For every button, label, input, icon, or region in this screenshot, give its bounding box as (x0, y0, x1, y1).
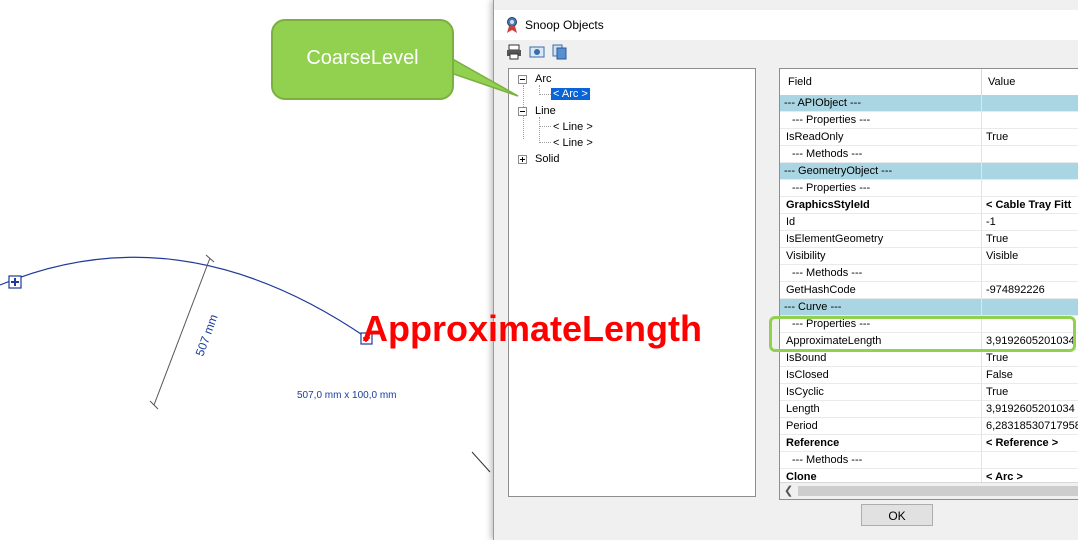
grid-value-cell: True (986, 386, 1009, 398)
grid-row[interactable]: Period 6,28318530717958 (780, 418, 1078, 435)
grid-field-cell: --- Methods --- (792, 148, 863, 160)
grid-field-cell: --- Properties --- (792, 182, 871, 194)
grid-header: Field Value (780, 69, 1078, 96)
approximate-length-annotation: ApproximateLength (362, 308, 703, 349)
print-preview-icon[interactable] (529, 44, 545, 60)
column-header-value[interactable]: Value (988, 76, 1015, 88)
grid-field-cell: Id (786, 216, 796, 228)
tree-item-arc[interactable]: Arc (535, 73, 552, 85)
grid-value-cell: False (986, 369, 1013, 381)
snoop-app-icon (507, 17, 517, 33)
grid-field-cell: --- APIObject --- (784, 97, 862, 109)
grid-field-cell: IsElementGeometry (786, 233, 884, 245)
grid-value-cell: True (986, 352, 1009, 364)
grid-field-cell: Visibility (786, 250, 826, 262)
column-header-field[interactable]: Field (788, 76, 812, 88)
grid-field-cell: Period (786, 420, 818, 432)
callout-label: CoarseLevel (306, 47, 419, 69)
grid-field-cell: IsCyclic (786, 386, 824, 398)
approximate-length-highlight (769, 316, 1076, 352)
size-label: 507,0 mm x 100,0 mm (297, 390, 396, 401)
grid-field-cell: Reference (786, 437, 840, 449)
tree-item-arc-instance[interactable]: < Arc > (551, 88, 590, 100)
grid-field-cell: GraphicsStyleId (786, 199, 870, 211)
grid-row[interactable]: IsBound True (780, 350, 1078, 367)
grid-value-cell: Visible (986, 250, 1019, 262)
printer-icon[interactable] (506, 44, 522, 60)
collapse-line-toggle[interactable] (518, 107, 527, 116)
grid-field-cell: --- GeometryObject --- (784, 165, 893, 177)
scrollbar-thumb[interactable] (798, 486, 1078, 496)
grid-field-cell: --- Properties --- (792, 114, 871, 126)
grid-field-cell: IsReadOnly (786, 131, 844, 143)
grid-value-cell: True (986, 131, 1009, 143)
toolbar (506, 44, 568, 62)
property-grid[interactable]: Field Value --- APIObject --- --- Propert… (779, 68, 1078, 500)
tree-item-solid[interactable]: Solid (535, 153, 559, 165)
tree-item-line-instance[interactable]: < Line > (553, 121, 593, 133)
radius-dimension-label: 507 mm (193, 312, 221, 358)
grid-value-cell: < Cable Tray Fitt (986, 199, 1072, 211)
arc-start-grip[interactable] (8, 275, 22, 289)
grid-row[interactable]: IsCyclic True (780, 384, 1078, 401)
window-title: Snoop Objects (525, 18, 604, 32)
grid-row[interactable]: --- Methods --- (780, 146, 1078, 163)
grid-row[interactable]: --- GeometryObject --- (780, 163, 1078, 180)
grid-row[interactable]: Reference < Reference > (780, 435, 1078, 452)
grid-field-cell: Length (786, 403, 820, 415)
grid-value-cell: -1 (986, 216, 996, 228)
title-bar[interactable]: Snoop Objects (494, 10, 1078, 40)
grid-value-cell: < Reference > (986, 437, 1059, 449)
ok-button[interactable]: OK (861, 504, 933, 526)
grid-row[interactable]: IsElementGeometry True (780, 231, 1078, 248)
grid-row[interactable]: --- Methods --- (780, 265, 1078, 282)
grid-row[interactable]: IsClosed False (780, 367, 1078, 384)
object-tree[interactable]: Arc < Arc > Line < Line > < Line > Solid (508, 68, 756, 497)
grid-value-cell: True (986, 233, 1009, 245)
grid-row[interactable]: --- Properties --- (780, 112, 1078, 129)
grid-row[interactable]: --- Methods --- (780, 452, 1078, 469)
grid-row[interactable]: IsReadOnly True (780, 129, 1078, 146)
grid-row[interactable]: --- APIObject --- (780, 95, 1078, 112)
grid-field-cell: IsClosed (786, 369, 829, 381)
snoop-objects-window: Snoop Objects Arc < Arc > Line < Line > … (493, 0, 1078, 540)
grid-row[interactable]: --- Curve --- (780, 299, 1078, 316)
grid-row[interactable]: Visibility Visible (780, 248, 1078, 265)
grid-value-cell: 3,9192605201034 (986, 403, 1075, 415)
grid-row[interactable]: GetHashCode -974892226 (780, 282, 1078, 299)
arc-curve (0, 256, 368, 339)
grid-field-cell: --- Methods --- (792, 454, 863, 466)
grid-row[interactable]: --- Properties --- (780, 180, 1078, 197)
horizontal-scrollbar[interactable]: ❮ (780, 482, 1078, 499)
copy-icon[interactable] (552, 44, 568, 60)
grid-row[interactable]: Id -1 (780, 214, 1078, 231)
grid-value-cell: -974892226 (986, 284, 1045, 296)
tree-item-line-instance[interactable]: < Line > (553, 137, 593, 149)
grid-row[interactable]: Length 3,9192605201034 (780, 401, 1078, 418)
grid-field-cell: IsBound (786, 352, 827, 364)
collapse-arc-toggle[interactable] (518, 75, 527, 84)
grid-field-cell: GetHashCode (786, 284, 856, 296)
grid-field-cell: --- Curve --- (784, 301, 842, 313)
grid-value-cell: 6,28318530717958 (986, 420, 1078, 432)
tree-item-line[interactable]: Line (535, 105, 556, 117)
grid-field-cell: --- Methods --- (792, 267, 863, 279)
canvas-line-fragment (471, 451, 491, 473)
coarse-level-callout: CoarseLevel (271, 19, 454, 100)
grid-row[interactable]: GraphicsStyleId < Cable Tray Fitt (780, 197, 1078, 214)
scroll-left-icon[interactable]: ❮ (784, 484, 793, 497)
expand-solid-toggle[interactable] (518, 155, 527, 164)
